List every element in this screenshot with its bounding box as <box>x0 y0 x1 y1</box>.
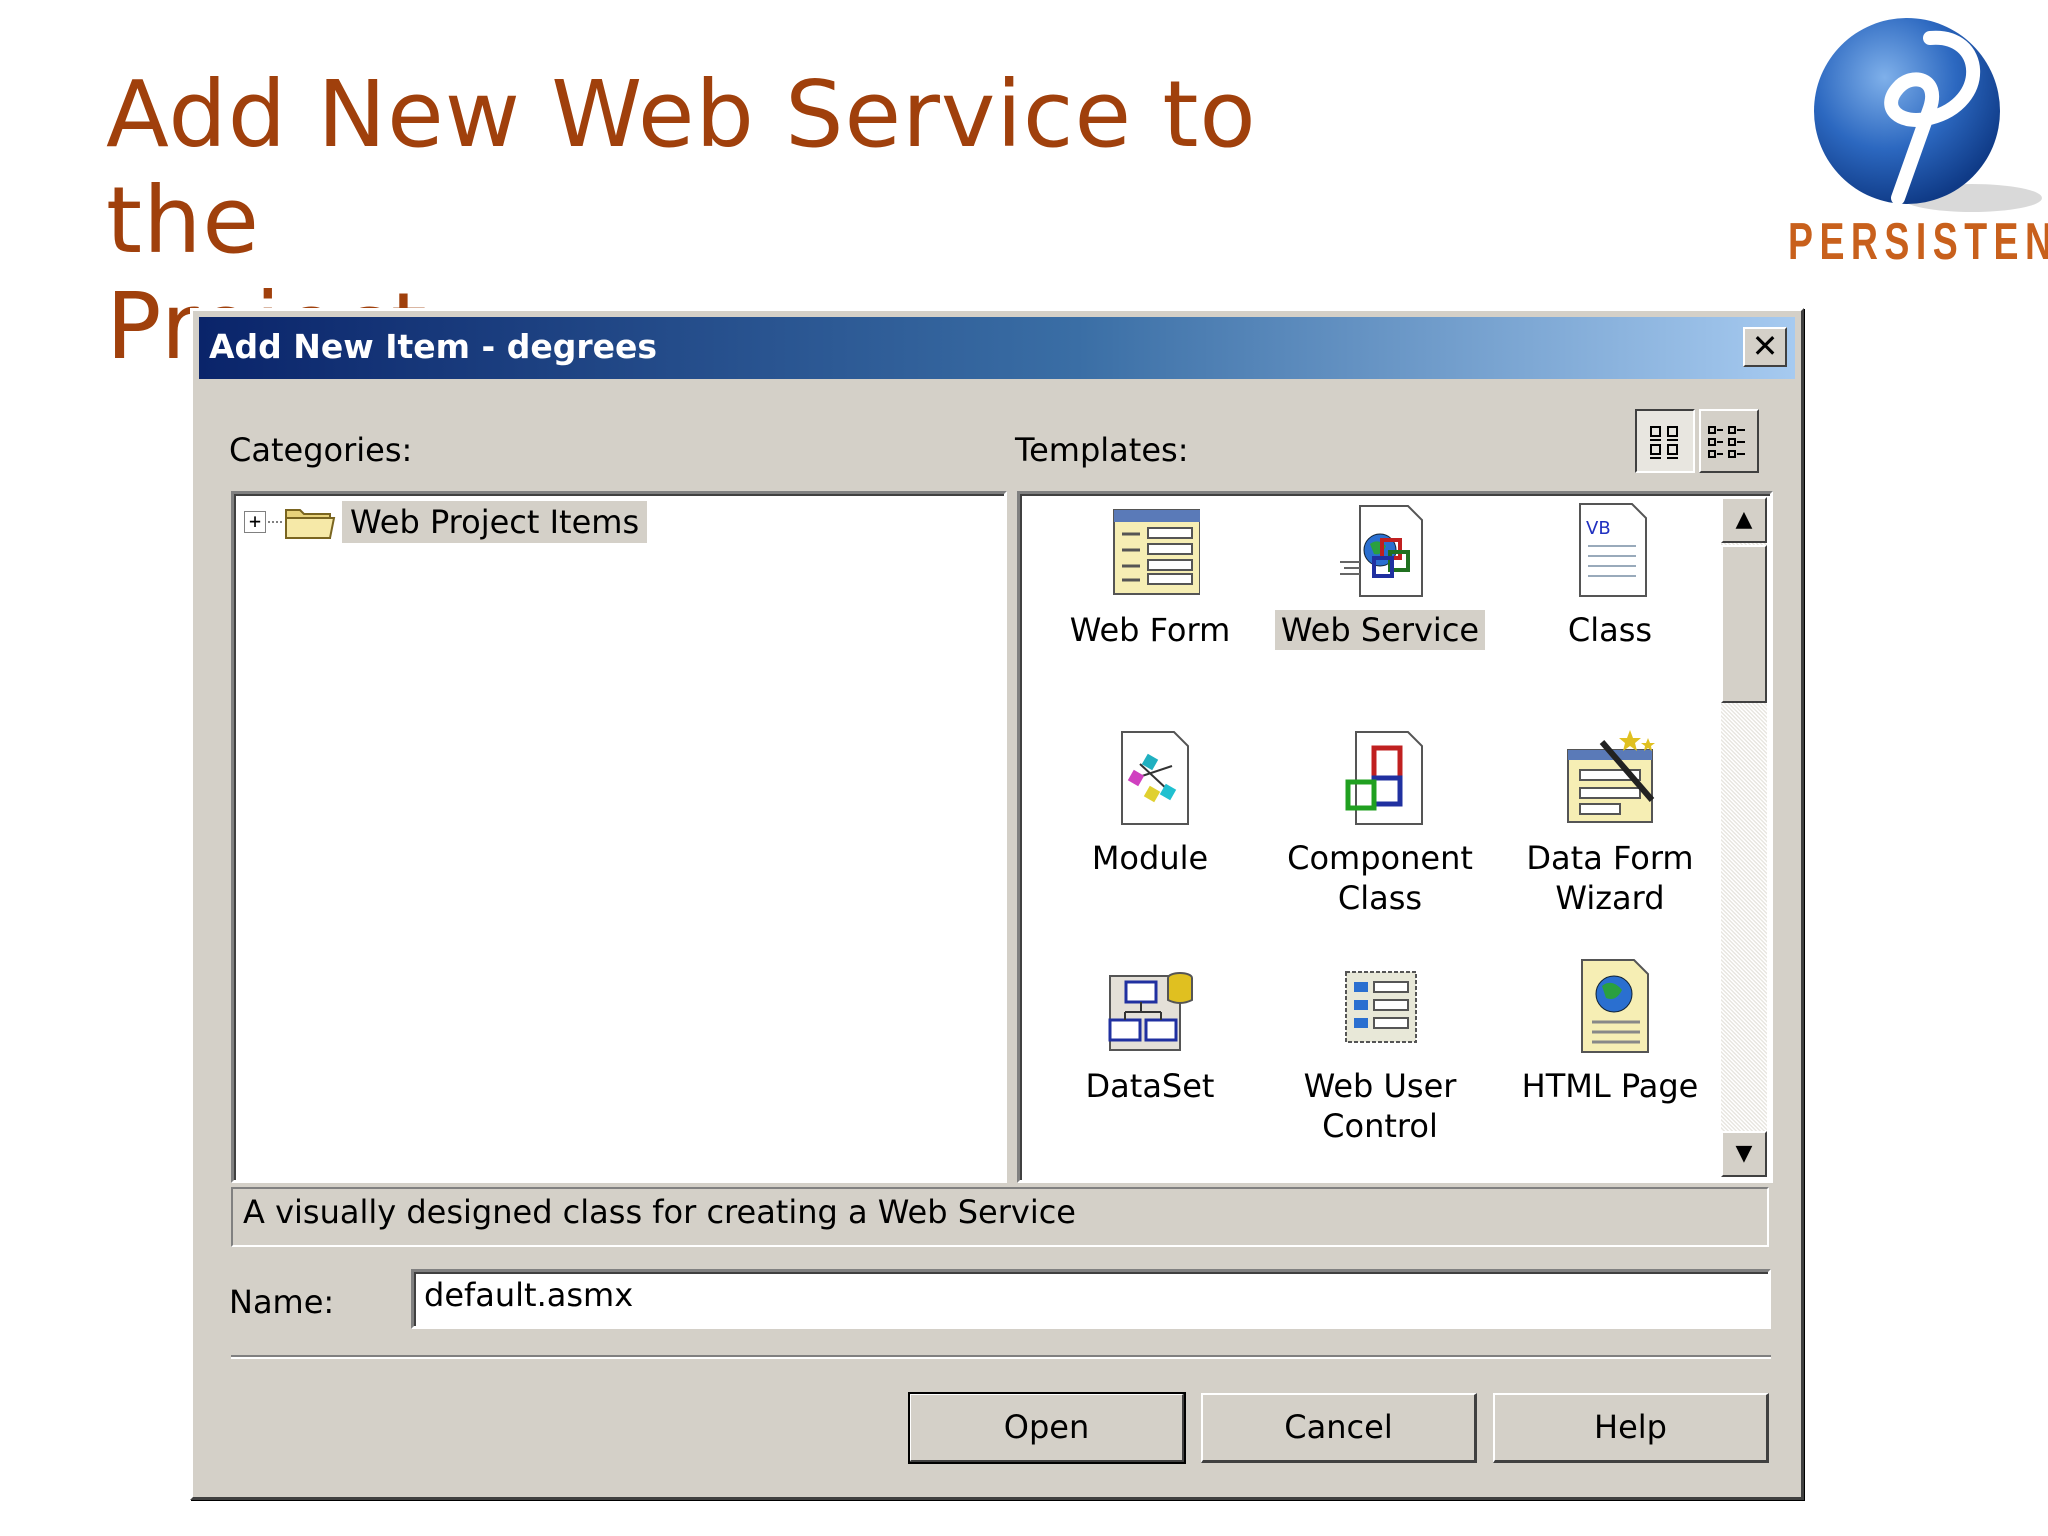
template-html-page[interactable]: HTML Page <box>1500 956 1720 1106</box>
template-label: HTML Page <box>1521 1067 1699 1105</box>
expand-icon[interactable]: + <box>244 511 266 533</box>
template-web-service[interactable]: Web Service <box>1270 500 1490 650</box>
scroll-thumb[interactable] <box>1721 545 1767 703</box>
template-label: Web Service <box>1274 610 1486 650</box>
dialog-title: Add New Item - degrees <box>209 327 658 366</box>
template-label: Web Form <box>1069 611 1231 649</box>
template-label: Web User Control <box>1303 1067 1457 1145</box>
html-page-icon <box>1581 959 1649 1053</box>
help-button[interactable]: Help <box>1493 1393 1769 1463</box>
component-class-icon <box>1345 731 1423 825</box>
templates-list[interactable]: Web Form Web Service VB Class Module Com… <box>1017 491 1773 1183</box>
separator <box>231 1355 1771 1359</box>
close-button[interactable]: ✕ <box>1743 327 1787 367</box>
template-module[interactable]: Module <box>1040 728 1260 878</box>
name-label: Name: <box>229 1283 335 1321</box>
web-user-control-icon <box>1345 971 1417 1043</box>
folder-icon <box>285 509 336 539</box>
template-label: Class <box>1567 611 1653 649</box>
template-label: Data Form Wizard <box>1526 839 1694 917</box>
list-view-icon <box>1708 426 1745 458</box>
logo-text: PERSISTENT <box>1788 213 2048 271</box>
categories-tree[interactable]: + Web Project Items <box>231 491 1007 1183</box>
categories-label: Categories: <box>229 431 413 469</box>
list-view-button[interactable] <box>1699 409 1759 473</box>
scroll-down-arrow-icon: ▼ <box>1735 1141 1753 1166</box>
web-form-icon <box>1113 509 1201 595</box>
module-icon <box>1121 731 1189 825</box>
large-icons-view-icon <box>1650 426 1678 459</box>
template-component-class[interactable]: Component Class <box>1270 728 1490 918</box>
scroll-up-arrow-icon: ▲ <box>1735 507 1753 532</box>
template-label: Module <box>1091 839 1209 877</box>
svg-text:VB: VB <box>1586 518 1611 539</box>
templates-scrollbar[interactable]: ▲ ▼ <box>1721 497 1767 1177</box>
dataset-icon <box>1108 972 1193 1051</box>
template-description: A visually designed class for creating a… <box>231 1187 1769 1247</box>
template-dataset[interactable]: DataSet <box>1040 956 1260 1106</box>
template-label: Component Class <box>1287 839 1473 917</box>
large-icons-view-button[interactable] <box>1635 409 1695 473</box>
dialog-titlebar[interactable]: Add New Item - degrees ✕ <box>199 317 1795 379</box>
vb-class-icon: VB <box>1579 503 1647 597</box>
slide-title-line1: Add New Web Service to the <box>106 61 1257 274</box>
tree-item-label: Web Project Items <box>342 501 648 543</box>
tree-connector <box>268 521 282 523</box>
open-button[interactable]: Open <box>908 1392 1186 1464</box>
template-web-user-control[interactable]: Web User Control <box>1270 956 1490 1146</box>
close-icon: ✕ <box>1751 327 1779 365</box>
scroll-up-button[interactable]: ▲ <box>1721 497 1767 543</box>
tree-item-web-project-items[interactable]: + Web Project Items <box>244 498 648 546</box>
template-label: DataSet <box>1085 1067 1215 1105</box>
template-class[interactable]: VB Class <box>1500 500 1720 650</box>
template-data-form-wizard[interactable]: Data Form Wizard <box>1500 728 1720 918</box>
template-web-form[interactable]: Web Form <box>1040 500 1260 650</box>
data-form-wizard-icon <box>1567 730 1655 823</box>
templates-label: Templates: <box>1015 431 1189 469</box>
web-service-icon <box>1340 505 1423 597</box>
cancel-button[interactable]: Cancel <box>1201 1393 1477 1463</box>
add-new-item-dialog: Add New Item - degrees ✕ Categories: Tem… <box>190 308 1804 1500</box>
name-input[interactable]: default.asmx <box>411 1269 1771 1329</box>
scroll-down-button[interactable]: ▼ <box>1721 1131 1767 1177</box>
